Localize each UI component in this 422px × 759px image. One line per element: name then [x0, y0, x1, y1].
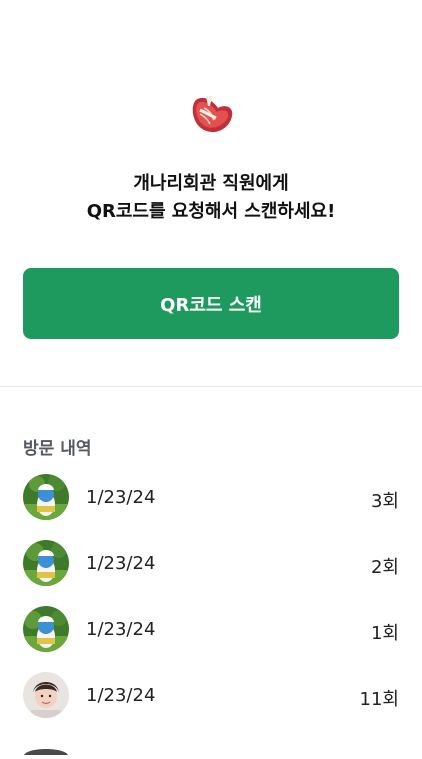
avatar — [23, 606, 69, 652]
visit-history-title: 방문 내역 — [23, 439, 92, 459]
list-item[interactable]: 1/23/24 1회 — [0, 606, 422, 658]
instruction-line-1: 개나리회관 직원에게 — [133, 173, 289, 194]
avatar — [23, 672, 69, 718]
section-divider — [0, 386, 422, 387]
visit-count: 2회 — [370, 557, 399, 578]
visit-date: 1/23/24 — [86, 553, 156, 574]
visit-date: 1/23/24 — [86, 487, 156, 508]
visit-count: 3회 — [370, 491, 399, 512]
visit-count: 11회 — [359, 689, 399, 710]
instruction-line-2: QR코드를 요청해서 스캔하세요! — [86, 201, 336, 222]
instruction-text: 개나리회관 직원에게 QR코드를 요청해서 스캔하세요! — [0, 170, 422, 226]
list-item[interactable]: 1/23/24 3회 — [0, 474, 422, 526]
avatar — [23, 540, 69, 586]
list-item[interactable]: 1/23/24 11회 — [0, 672, 422, 724]
qr-scan-button[interactable]: QR코드 스캔 — [23, 268, 399, 339]
avatar — [23, 474, 69, 520]
partial-list-item — [0, 740, 422, 755]
visit-date: 1/23/24 — [86, 619, 156, 640]
visit-count: 1회 — [370, 623, 399, 644]
list-item[interactable]: 1/23/24 2회 — [0, 540, 422, 592]
visit-date: 1/23/24 — [86, 685, 156, 706]
steak-icon — [186, 90, 236, 136]
